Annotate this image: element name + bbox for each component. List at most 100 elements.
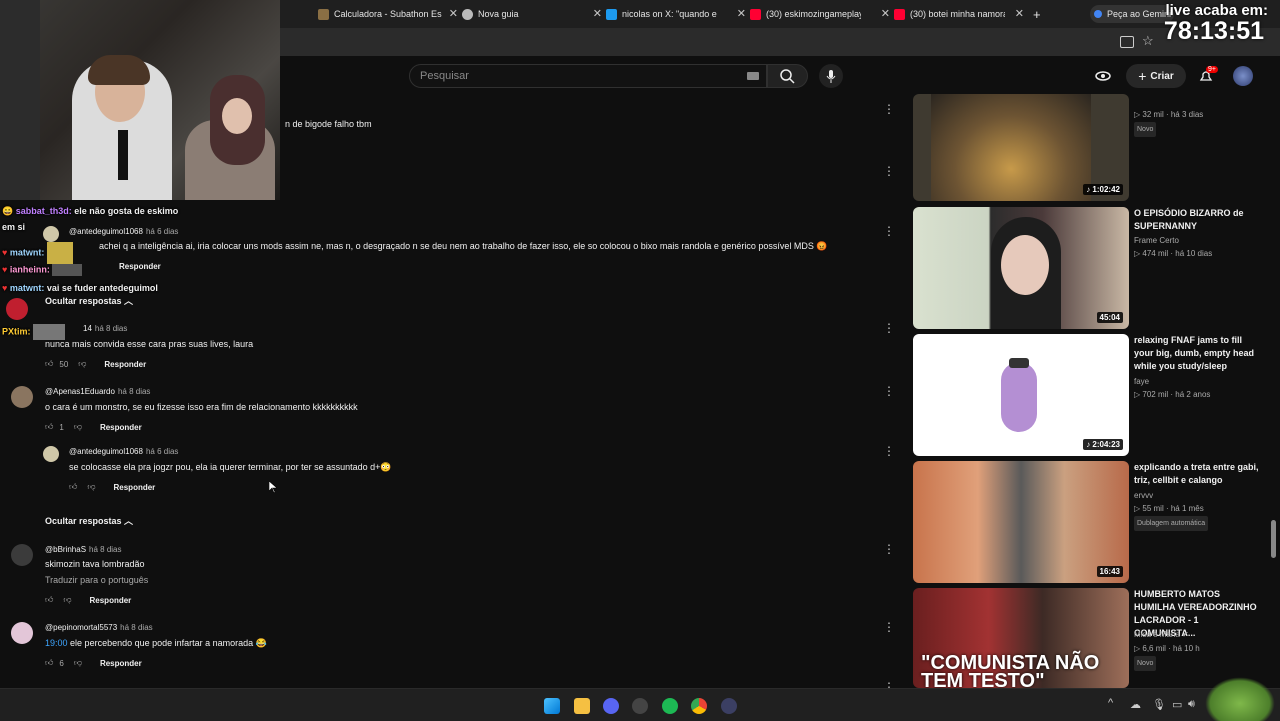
translate-link[interactable]: Traduzir para o português (45, 575, 148, 585)
duration-badge: ♪ 2:04:23 (1083, 439, 1123, 450)
windows-start-icon[interactable] (544, 698, 560, 714)
avatar[interactable] (11, 622, 33, 644)
comment-author[interactable]: @Apenas1Eduardo há 8 dias (45, 387, 150, 396)
close-tab-icon[interactable]: ✕ (593, 7, 602, 20)
video-thumbnail[interactable]: 45:04 (913, 207, 1129, 329)
browser-tab[interactable]: Calculadora - Subathon Es ✕ (318, 5, 458, 23)
like-icon[interactable]: 👍︎ (45, 422, 53, 432)
video-title[interactable]: O EPISÓDIO BIZARRO de SUPERNANNY (1134, 207, 1259, 233)
voice-search-button[interactable] (819, 64, 843, 88)
avatar[interactable] (11, 386, 33, 408)
avatar[interactable] (1233, 66, 1253, 86)
twitter-icon (606, 8, 617, 20)
video-meta: ▷ 474 mil · há 10 dias (1134, 249, 1213, 258)
timer-value: 78:13:51 (1163, 17, 1264, 45)
browser-tab[interactable]: Nova guia ✕ (462, 5, 602, 23)
video-thumbnail[interactable]: "COMUNISTA NÃO TEM TESTO" (913, 588, 1129, 688)
close-tab-icon[interactable]: ✕ (737, 7, 746, 20)
channel-name[interactable]: Misa e Maria ✔ (1134, 628, 1259, 641)
scrollbar-thumb[interactable] (1271, 520, 1276, 558)
comment-actions: 👍︎ 👎︎ Responder (45, 595, 131, 605)
app-icon[interactable] (721, 698, 737, 714)
more-options-icon[interactable]: ⋮ (883, 164, 895, 178)
browser-tab[interactable]: nicolas on X: "quando esse ✕ (606, 5, 746, 23)
channel-name[interactable]: faye (1134, 375, 1259, 388)
spotify-icon[interactable] (662, 698, 678, 714)
chevron-up-icon[interactable]: ^ (1108, 697, 1113, 709)
recommended-video[interactable]: ♪ 1:02:42 ▷ 32 mil · há 3 dias Novo (913, 94, 1258, 206)
close-tab-icon[interactable]: ✕ (449, 7, 458, 20)
comment-author[interactable]: @bBrinhaS há 8 dias (45, 545, 122, 554)
notification-badge: 9+ (1206, 66, 1218, 73)
chat-message: em si (2, 222, 26, 232)
more-options-icon[interactable]: ⋮ (883, 384, 895, 398)
install-app-icon[interactable] (1120, 36, 1134, 48)
comment-author[interactable]: @antedeguimol1068 há 6 dias (69, 447, 178, 456)
gemini-button[interactable]: Peça ao Gemini (1090, 5, 1174, 23)
recommended-video[interactable]: 45:04 O EPISÓDIO BIZARRO de SUPERNANNY F… (913, 207, 1258, 329)
more-options-icon[interactable]: ⋮ (883, 224, 895, 238)
video-title[interactable]: explicando a treta entre gabi, triz, cel… (1134, 461, 1259, 487)
close-tab-icon[interactable]: ✕ (1015, 7, 1024, 20)
heart-icon: ♥ (2, 264, 8, 275)
volume-icon[interactable]: 🔊︎ (1188, 698, 1195, 711)
channel-name[interactable]: ervvv (1134, 489, 1259, 502)
hide-replies-button[interactable]: Ocultar respostas ︿ (45, 514, 133, 527)
file-explorer-icon[interactable] (574, 698, 590, 714)
comment-actions: 👍︎ 1 👎︎ Responder (45, 422, 142, 432)
cloud-icon[interactable]: ☁ (1130, 698, 1141, 711)
video-title[interactable]: relaxing FNAF jams to fill your big, dum… (1134, 334, 1259, 373)
timestamp-link[interactable]: 19:00 (45, 638, 68, 648)
discord-icon[interactable] (603, 698, 619, 714)
more-options-icon[interactable]: ⋮ (883, 102, 895, 116)
more-options-icon[interactable]: ⋮ (883, 620, 895, 634)
more-options-icon[interactable]: ⋮ (883, 542, 895, 556)
more-options-icon[interactable]: ⋮ (883, 321, 895, 335)
reply-button[interactable]: Responder (119, 262, 161, 271)
hide-replies-button[interactable]: Ocultar respostas ︿ (45, 294, 133, 307)
dislike-icon[interactable]: 👎︎ (63, 595, 71, 605)
browser-tab-active[interactable]: (30) botei minha namorada ✕ (894, 5, 1024, 23)
new-tab-button[interactable]: + (1033, 5, 1047, 23)
search-button[interactable] (767, 64, 808, 88)
reply-button[interactable]: Responder (90, 596, 132, 605)
eye-icon[interactable] (1094, 69, 1112, 83)
keyboard-icon[interactable] (747, 72, 759, 80)
microphone-icon[interactable]: 🎙︎ (1152, 698, 1166, 711)
obs-icon[interactable] (632, 698, 648, 714)
comment-author[interactable]: @antedeguimol1068 há 6 dias (69, 227, 178, 236)
browser-tab[interactable]: (30) eskimozingameplaysH ✕ (750, 5, 890, 23)
more-options-icon[interactable]: ⋮ (883, 444, 895, 458)
comment-author[interactable]: @pepinomortal5573 há 8 dias (45, 623, 153, 632)
video-thumbnail[interactable]: ♪ 1:02:42 (913, 94, 1129, 201)
dislike-icon[interactable]: 👎︎ (74, 658, 82, 668)
recommended-video[interactable]: "COMUNISTA NÃO TEM TESTO" HUMBERTO MATOS… (913, 588, 1258, 688)
like-icon[interactable]: 👍︎ (45, 658, 53, 668)
like-icon[interactable]: 👍︎ (69, 482, 77, 492)
bookmark-star-icon[interactable]: ☆ (1142, 33, 1154, 49)
reply-button[interactable]: Responder (100, 659, 142, 668)
create-button[interactable]: + Criar (1126, 64, 1186, 88)
new-badge: Novo (1134, 122, 1157, 137)
dislike-icon[interactable]: 👎︎ (78, 359, 86, 369)
avatar[interactable] (43, 446, 59, 462)
avatar[interactable] (11, 544, 33, 566)
recommended-video[interactable]: ♪ 2:04:23 relaxing FNAF jams to fill you… (913, 334, 1258, 456)
comment-author[interactable]: 14 há 8 dias (83, 324, 127, 333)
reply-button[interactable]: Responder (114, 483, 156, 492)
reply-button[interactable]: Responder (104, 360, 146, 369)
like-icon[interactable]: 👍︎ (45, 359, 53, 369)
dislike-icon[interactable]: 👎︎ (87, 482, 95, 492)
video-thumbnail[interactable]: ♪ 2:04:23 (913, 334, 1129, 456)
like-icon[interactable]: 👍︎ (45, 595, 53, 605)
monitor-icon[interactable]: ▭ (1172, 698, 1182, 711)
channel-name[interactable]: Frame Certo (1134, 234, 1259, 247)
reply-button[interactable]: Responder (100, 423, 142, 432)
avatar[interactable] (43, 226, 59, 242)
recommended-video[interactable]: 16:43 explicando a treta entre gabi, tri… (913, 461, 1259, 583)
chrome-icon[interactable] (691, 698, 707, 714)
search-input[interactable]: Pesquisar (409, 64, 767, 88)
close-tab-icon[interactable]: ✕ (881, 7, 890, 20)
dislike-icon[interactable]: 👎︎ (74, 422, 82, 432)
video-thumbnail[interactable]: 16:43 (913, 461, 1129, 583)
